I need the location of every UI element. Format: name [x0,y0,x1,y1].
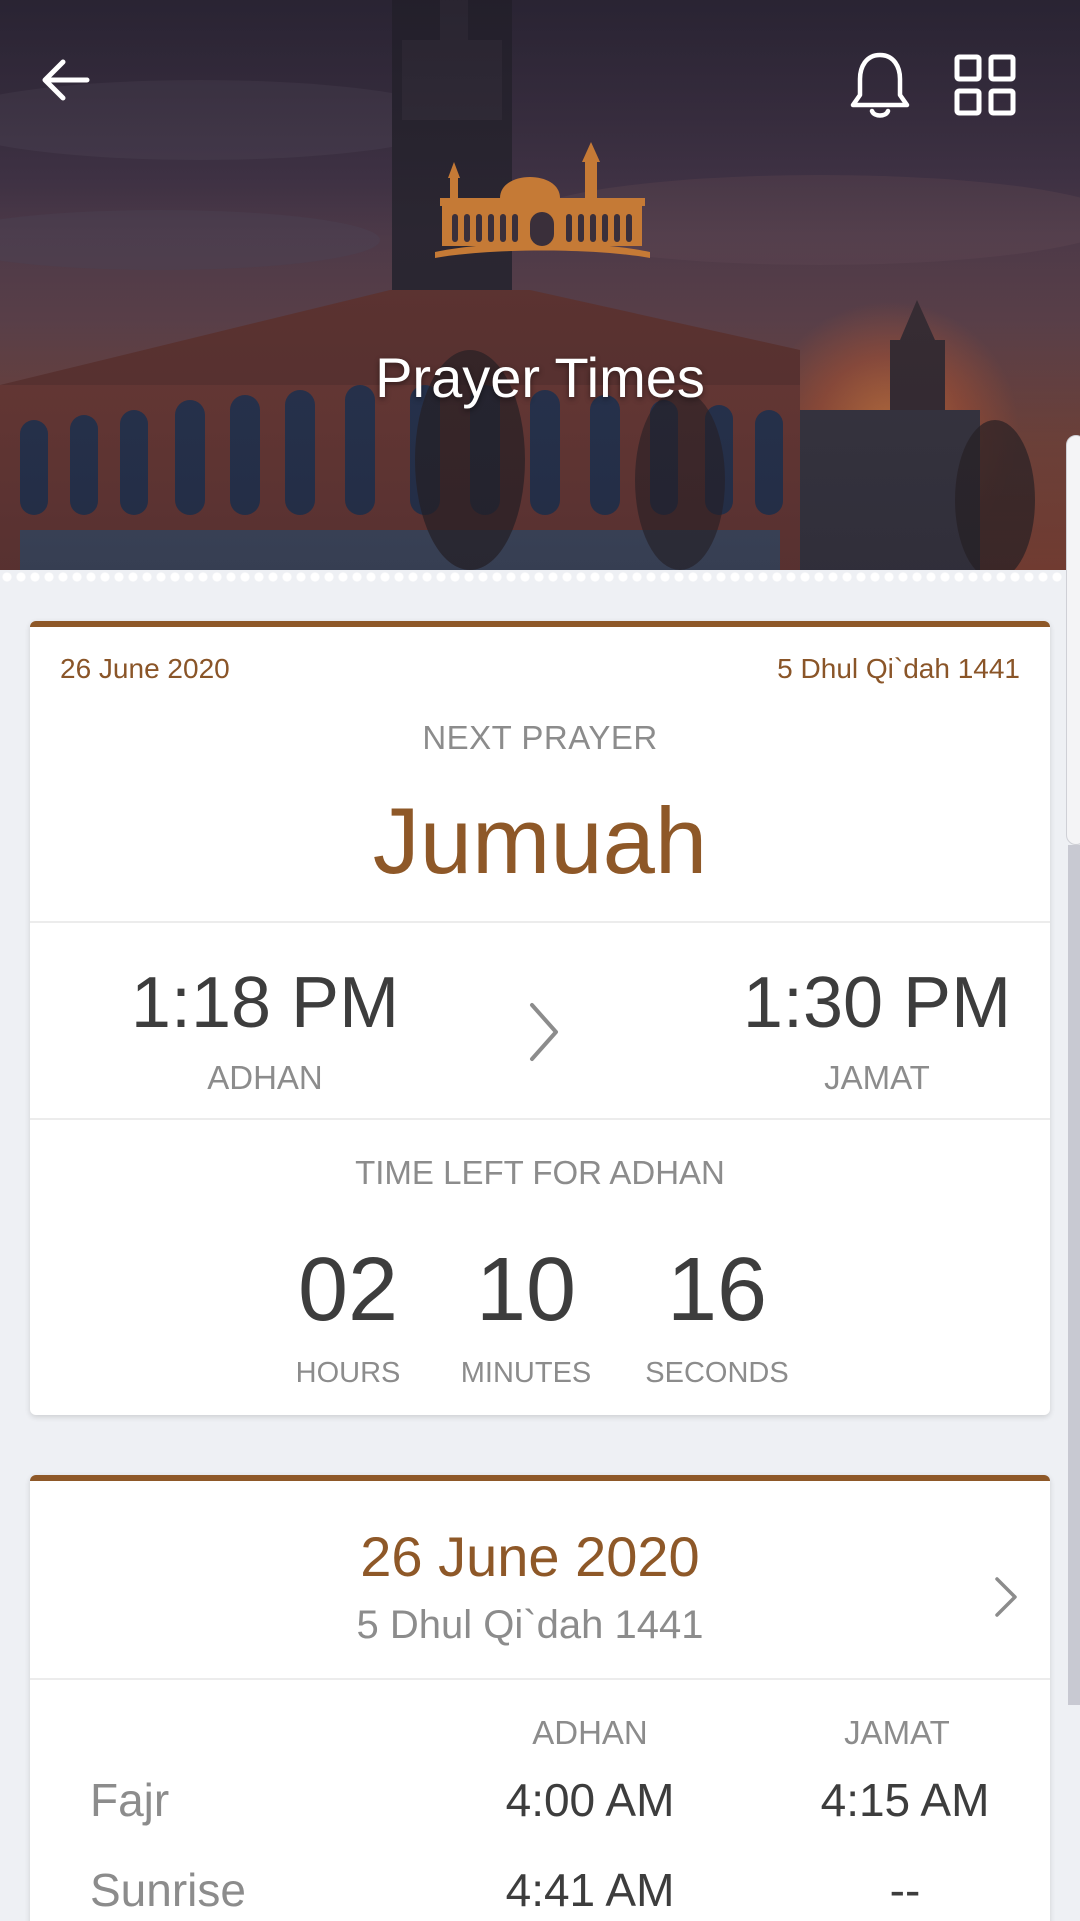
hijri-date: 5 Dhul Qi`dah 1441 [777,653,1020,684]
prayer-row-adhan: 4:00 AM [505,1774,675,1826]
back-arrow-icon[interactable] [30,45,100,115]
gregorian-date: 26 June 2020 [60,653,230,684]
next-prayer-card: 26 June 2020 5 Dhul Qi`dah 1441 NEXT PRA… [30,621,1050,1415]
scalloped-divider [0,570,1080,592]
countdown-minutes: 10 [475,1240,577,1340]
countdown-seconds: 16 [666,1240,768,1340]
countdown-label: TIME LEFT FOR ADHAN [355,1154,725,1191]
mosque-logo-icon [435,142,650,258]
bell-icon[interactable] [840,45,920,125]
jamat-label: JAMAT [824,1059,930,1096]
prayer-row-name: Fajr [90,1774,170,1826]
prayer-row-name: Sunrise [90,1864,246,1916]
side-drawer-handle[interactable] [1066,435,1080,845]
adhan-label: ADHAN [207,1059,323,1096]
adhan-time: 1:18 PM [130,963,400,1043]
divider [30,1118,1050,1120]
scrollbar[interactable] [1068,845,1080,1705]
chevron-right-icon [518,997,568,1067]
prayer-row-jamat: -- [889,1864,921,1916]
countdown-hours: 02 [297,1240,399,1340]
page-title: Prayer Times [375,346,705,409]
divider [30,1678,1050,1680]
grid-icon[interactable] [945,45,1025,125]
prayer-row-jamat: 4:15 AM [820,1774,990,1826]
column-header-jamat: JAMAT [844,1714,950,1751]
timetable-gregorian-date: 26 June 2020 [360,1525,700,1588]
next-prayer-label: NEXT PRAYER [422,719,658,756]
next-prayer-name: Jumuah [372,788,708,893]
jamat-time: 1:30 PM [742,963,1012,1043]
prayer-timetable-card: 26 June 2020 5 Dhul Qi`dah 1441 ADHAN JA… [30,1475,1050,1921]
countdown-hours-label: HOURS [295,1357,401,1389]
next-day-chevron-icon[interactable] [985,1569,1025,1625]
timetable-hijri-date: 5 Dhul Qi`dah 1441 [356,1603,704,1647]
countdown-minutes-label: MINUTES [460,1357,592,1389]
divider [30,921,1050,923]
countdown-seconds-label: SECONDS [645,1357,789,1389]
prayer-row-adhan: 4:41 AM [505,1864,675,1916]
column-header-adhan: ADHAN [532,1714,648,1751]
